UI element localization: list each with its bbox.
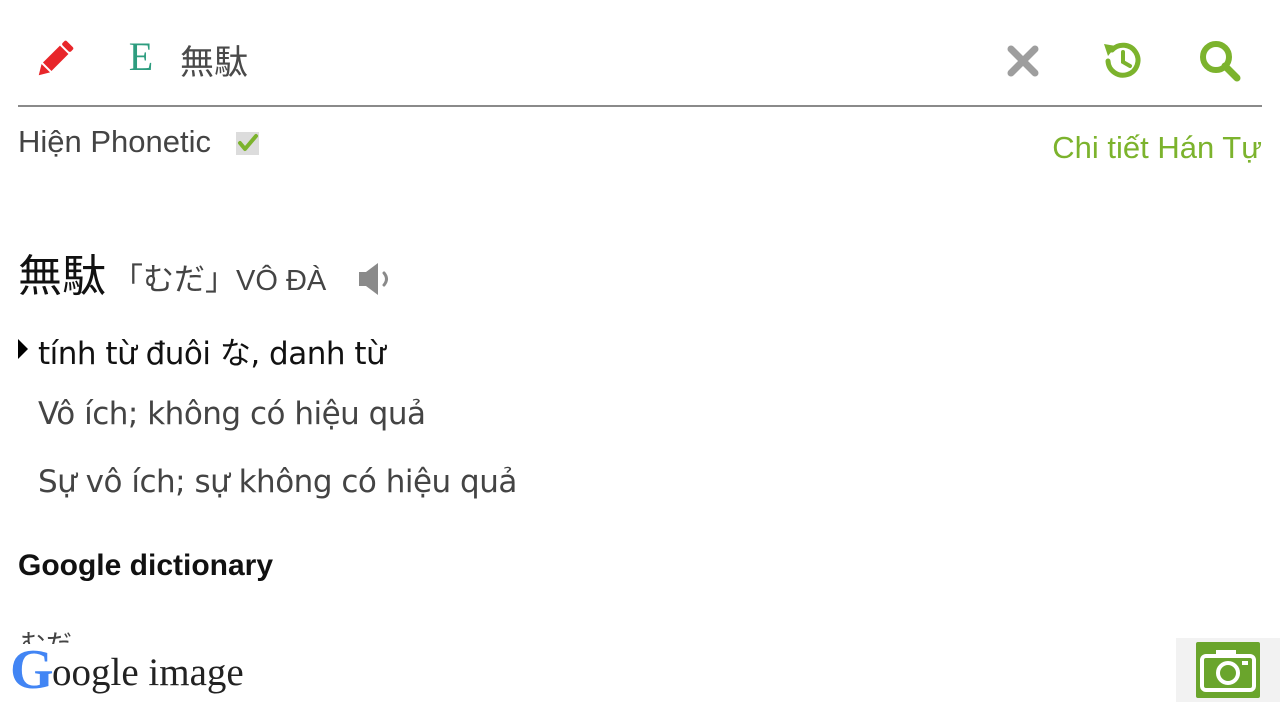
entry-reading: 「むだ」: [112, 262, 236, 298]
clear-button[interactable]: [1004, 42, 1042, 80]
search-button[interactable]: [1197, 38, 1243, 84]
close-icon: [1007, 45, 1039, 77]
pencil-icon: [38, 40, 74, 76]
phonetic-label: Hiện Phonetic: [18, 124, 212, 159]
camera-icon: [1200, 650, 1256, 692]
google-dictionary-heading: Google dictionary: [18, 549, 274, 582]
meaning-item: Vô ích; không có hiệu quả: [38, 396, 426, 432]
google-image-label: oogle image: [52, 651, 244, 694]
search-icon: [1200, 41, 1241, 82]
speaker-icon: [359, 263, 388, 295]
pronounce-button[interactable]: [356, 260, 396, 298]
checkmark-icon: [238, 134, 258, 151]
expand-arrow-icon[interactable]: [18, 339, 28, 359]
search-toolbar: E: [0, 0, 1280, 108]
camera-button[interactable]: [1196, 642, 1260, 698]
entry-word: 無駄: [18, 251, 106, 302]
part-of-speech: tính từ đuôi な, danh từ: [38, 336, 386, 372]
search-divider: [18, 105, 1262, 107]
entry-hanviet: VÔ ĐÀ: [236, 265, 327, 297]
camera-button-area: [1176, 638, 1280, 702]
handwriting-button[interactable]: [34, 38, 76, 80]
kanji-detail-link[interactable]: Chi tiết Hán Tự: [1052, 130, 1262, 166]
history-icon: [1104, 42, 1141, 78]
google-image-button[interactable]: G oogle image: [8, 640, 268, 700]
language-toggle-button[interactable]: E: [124, 34, 158, 80]
search-input[interactable]: [180, 36, 960, 82]
google-logo-icon: G: [10, 639, 54, 701]
meaning-item: Sự vô ích; sự không có hiệu quả: [38, 464, 517, 500]
history-button[interactable]: [1099, 38, 1145, 84]
phonetic-checkbox[interactable]: [236, 132, 259, 155]
